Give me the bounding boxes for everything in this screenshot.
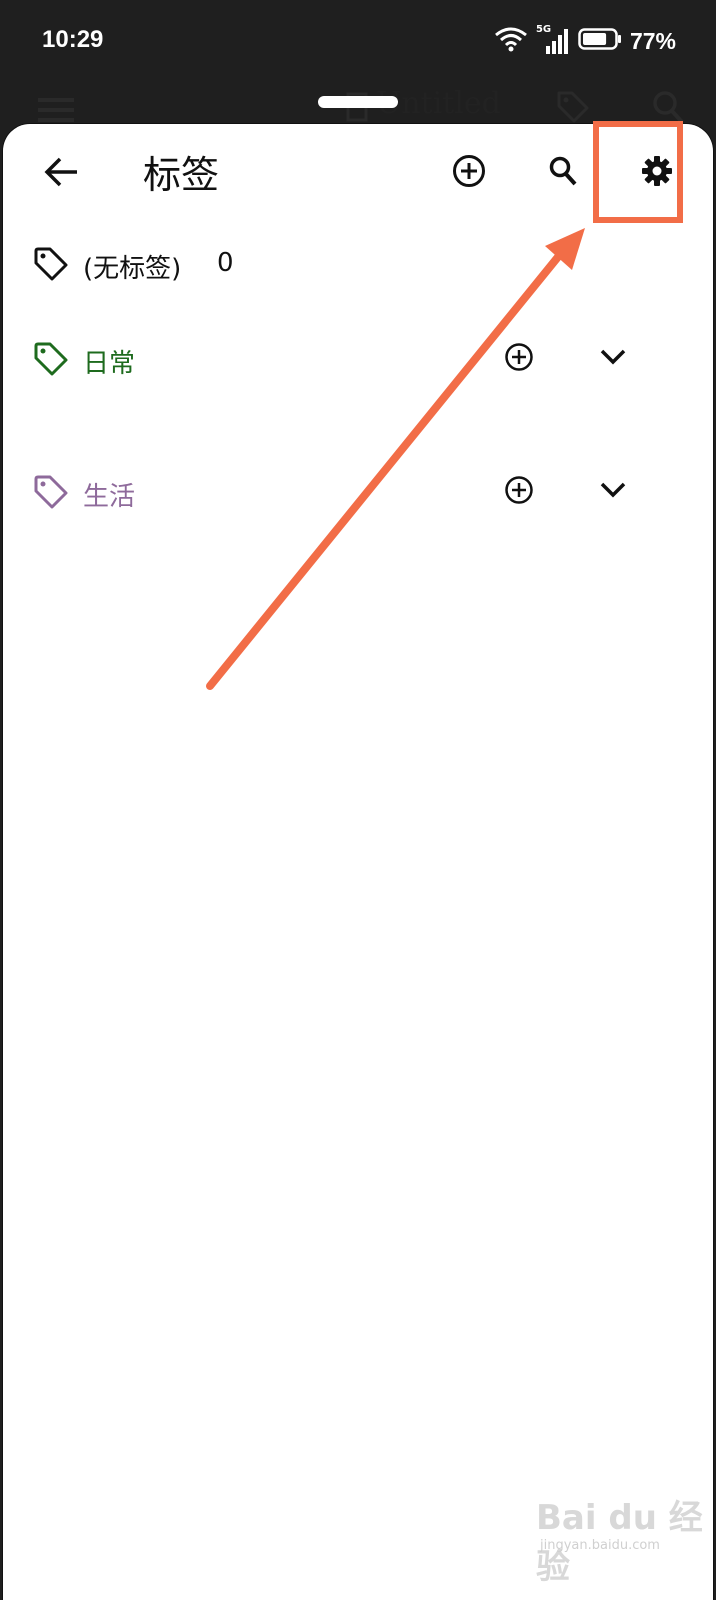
status-bar: 10:29 5G 77% [0,0,716,84]
page-title: 标签 [143,153,220,197]
add-tag-button[interactable] [441,145,497,201]
search-icon [548,155,578,191]
tag-row-daily[interactable]: 日常 [3,319,713,399]
tag-count: 0 [217,248,234,278]
tag-row-untagged[interactable]: (无标签) 0 [3,224,713,304]
back-button[interactable] [33,146,89,202]
battery-percent: 77% [629,27,676,54]
watermark-url: jingyan.baidu.com [540,1538,660,1553]
battery-icon [578,27,622,55]
sheet-drag-handle[interactable] [318,96,398,108]
tag-label: (无标签) [83,254,182,284]
settings-button[interactable] [629,145,685,201]
search-tags-button[interactable] [535,145,591,201]
tag-icon [33,246,69,286]
chevron-down-icon [599,348,627,370]
add-subtag-button[interactable] [495,468,543,516]
tag-icon [33,341,69,381]
expand-button[interactable] [589,335,637,383]
status-icons: 5G 77% [494,24,676,56]
chevron-down-icon [599,481,627,503]
expand-button[interactable] [589,468,637,516]
wifi-icon [494,26,528,56]
status-time: 10:29 [42,26,104,53]
settings-gear-icon [640,154,674,192]
add-circle-icon [452,154,486,192]
tag-icon [33,474,69,514]
tag-label: 生活 [83,482,136,512]
add-circle-icon [504,475,534,509]
tags-sheet: 标签 (无标签) 0 日常 生活 [2,123,714,1600]
tags-top-bar: 标签 [3,124,713,224]
tag-label: 日常 [83,349,136,379]
tag-row-life[interactable]: 生活 [3,452,713,532]
add-subtag-button[interactable] [495,335,543,383]
signal-icon: 5G [536,24,570,56]
add-circle-icon [504,342,534,376]
back-arrow-icon [43,156,79,192]
